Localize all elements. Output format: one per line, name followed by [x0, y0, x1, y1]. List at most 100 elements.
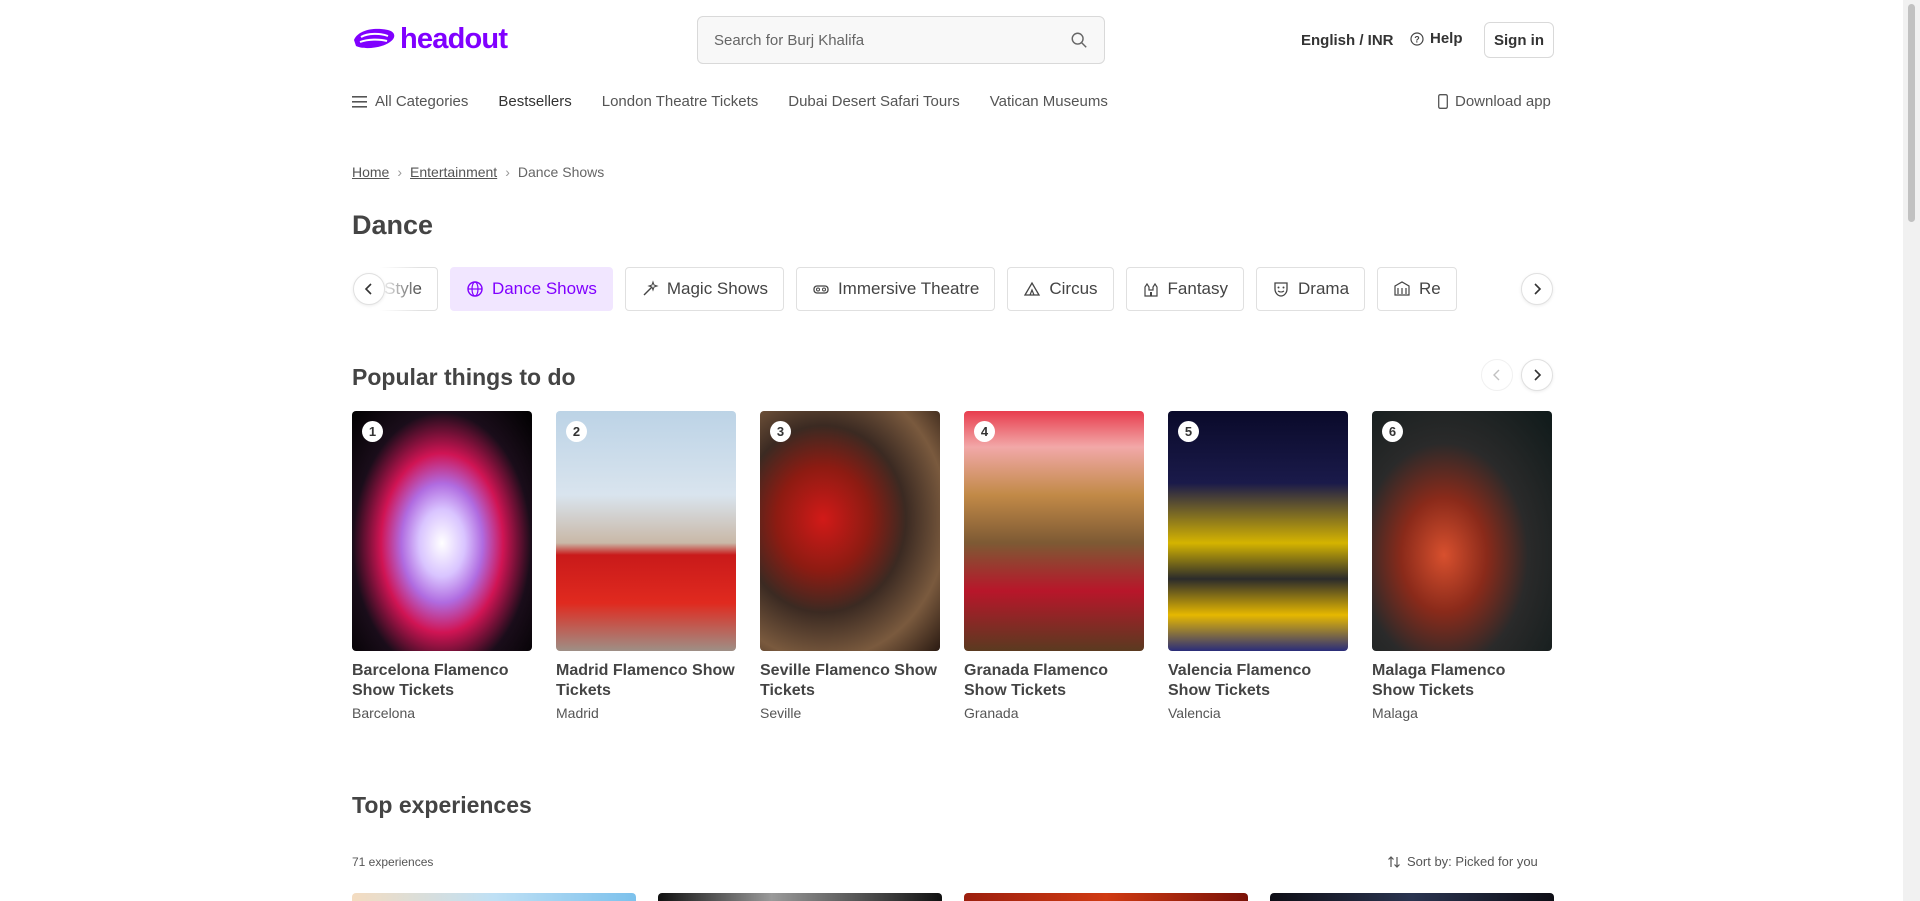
rank-badge: 5: [1178, 421, 1199, 442]
experience-card[interactable]: [352, 893, 636, 901]
nav-london-theatre[interactable]: London Theatre Tickets: [602, 93, 759, 110]
card-title: Madrid Flamenco Show Tickets: [556, 662, 735, 699]
chip-immersive-theatre[interactable]: Immersive Theatre: [795, 267, 996, 311]
sign-in-button[interactable]: Sign in: [1484, 22, 1554, 58]
chevron-left-icon: [1493, 369, 1500, 381]
scrollbar-thumb[interactable]: [1908, 4, 1915, 222]
nav-bestsellers[interactable]: Bestsellers: [498, 93, 571, 110]
help-label: Help: [1430, 30, 1463, 47]
magic-wand-icon: [643, 280, 659, 296]
card-image: 1: [352, 411, 532, 651]
card-image: 6: [1372, 411, 1552, 651]
nav-vatican-museums[interactable]: Vatican Museums: [990, 93, 1108, 110]
experience-card[interactable]: [1270, 893, 1554, 901]
popular-card[interactable]: 2 Madrid Flamenco Show Tickets Madrid: [556, 411, 736, 721]
rank-badge: 2: [566, 421, 587, 442]
rank-badge: 3: [770, 421, 791, 442]
download-app-label: Download app: [1455, 93, 1551, 110]
vr-headset-icon: [813, 285, 829, 294]
chip-magic-shows[interactable]: Magic Shows: [624, 267, 784, 311]
circus-tent-icon: [1024, 281, 1041, 296]
card-title: Malaga Flamenco Show Tickets: [1372, 662, 1506, 699]
search-input[interactable]: [714, 31, 1070, 49]
chip-label: Circus: [1049, 279, 1098, 298]
chip-dance-shows[interactable]: Dance Shows: [449, 267, 613, 311]
building-icon: [1394, 281, 1410, 296]
popular-card[interactable]: 5 Valencia Flamenco Show Tickets Valenci…: [1168, 411, 1348, 721]
card-city: Malaga: [1372, 705, 1418, 721]
breadcrumb-current: Dance Shows: [517, 164, 605, 180]
card-city: Seville: [760, 705, 802, 721]
chevron-right-icon: ›: [505, 164, 510, 180]
card-image: 3: [760, 411, 940, 651]
chip-label: Drama: [1298, 279, 1350, 298]
card-title: Barcelona Flamenco Show Tickets: [352, 662, 509, 699]
card-image: 5: [1168, 411, 1348, 651]
card-city: Madrid: [556, 705, 599, 721]
card-title: Seville Flamenco Show Tickets: [760, 662, 937, 699]
chip-drama[interactable]: Drama: [1256, 267, 1366, 311]
all-categories-label: All Categories: [375, 93, 469, 110]
search-icon[interactable]: [1070, 31, 1088, 49]
experience-cards: [352, 893, 1554, 901]
popular-card[interactable]: 1 Barcelona Flamenco Show Tickets Barcel…: [352, 411, 532, 721]
popular-card[interactable]: 4 Granada Flamenco Show Tickets Granada: [964, 411, 1144, 721]
card-title: Granada Flamenco Show Tickets: [964, 662, 1109, 699]
experience-card[interactable]: [964, 893, 1248, 901]
page-title: Dance: [352, 210, 434, 240]
hamburger-icon: [352, 95, 367, 108]
language-currency-selector[interactable]: English / INR: [1301, 32, 1394, 49]
sort-label: Sort by: Picked for you: [1407, 854, 1538, 869]
chip-label: Magic Shows: [666, 279, 768, 298]
popular-card[interactable]: 3 Seville Flamenco Show Tickets Seville: [760, 411, 940, 721]
experience-card[interactable]: [658, 893, 942, 901]
logo-text: headout: [400, 22, 508, 55]
rank-badge: 6: [1382, 421, 1403, 442]
rank-badge: 1: [362, 421, 383, 442]
popular-card[interactable]: 6 Malaga Flamenco Show Tickets Malaga: [1372, 411, 1552, 721]
chip-label: Immersive Theatre: [837, 279, 980, 298]
nav-dubai-desert-safari[interactable]: Dubai Desert Safari Tours: [788, 93, 959, 110]
chevron-right-icon: ›: [397, 164, 403, 180]
chevron-right-icon: [1534, 283, 1542, 295]
chips-next-button[interactable]: [1521, 273, 1553, 305]
help-icon: ?: [1410, 31, 1424, 46]
category-chips: See it in Style Dance Shows Magic Shows: [352, 267, 1552, 311]
page-scrollbar[interactable]: [1903, 0, 1920, 901]
card-title: Valencia Flamenco Show Tickets: [1168, 662, 1312, 699]
chip-label: Dance Shows: [491, 279, 597, 298]
popular-section-title: Popular things to do: [352, 364, 576, 390]
globe-icon: [467, 281, 483, 297]
headout-logo[interactable]: headout: [352, 22, 508, 56]
sort-dropdown[interactable]: Sort by: Picked for you: [1387, 854, 1538, 869]
top-navigation: All Categories Bestsellers London Theatr…: [352, 93, 1108, 110]
help-link[interactable]: ? Help: [1410, 30, 1463, 47]
castle-icon: [1143, 282, 1158, 297]
rank-badge: 4: [974, 421, 995, 442]
headout-logo-icon: [354, 28, 395, 49]
phone-icon: [1438, 94, 1448, 109]
chevron-right-icon: [1534, 369, 1542, 381]
popular-next-button[interactable]: [1521, 359, 1553, 391]
card-city: Valencia: [1168, 705, 1221, 721]
breadcrumb-entertainment[interactable]: Entertainment: [410, 164, 497, 180]
chip-circus[interactable]: Circus: [1007, 267, 1114, 311]
breadcrumb-home[interactable]: Home: [352, 164, 389, 180]
chevron-left-icon: [364, 283, 372, 295]
popular-prev-button[interactable]: [1481, 359, 1513, 391]
chips-prev-button[interactable]: [353, 273, 385, 305]
download-app-link[interactable]: Download app: [1438, 93, 1551, 110]
chip-label: Fantasy: [1167, 279, 1229, 298]
chip-partial[interactable]: Re: [1377, 267, 1457, 311]
search-bar[interactable]: [697, 16, 1105, 64]
top-experiences-title: Top experiences: [352, 792, 532, 818]
card-city: Granada: [964, 705, 1019, 721]
sort-icon: [1388, 855, 1400, 868]
card-image: 4: [964, 411, 1144, 651]
chip-fantasy[interactable]: Fantasy: [1125, 267, 1245, 311]
all-categories-menu[interactable]: All Categories: [352, 93, 468, 110]
card-image: 2: [556, 411, 736, 651]
breadcrumb: Home › Entertainment › Dance Shows: [352, 164, 604, 180]
experience-count: 71 experiences: [352, 855, 434, 869]
popular-cards: 1 Barcelona Flamenco Show Tickets Barcel…: [352, 411, 1552, 721]
